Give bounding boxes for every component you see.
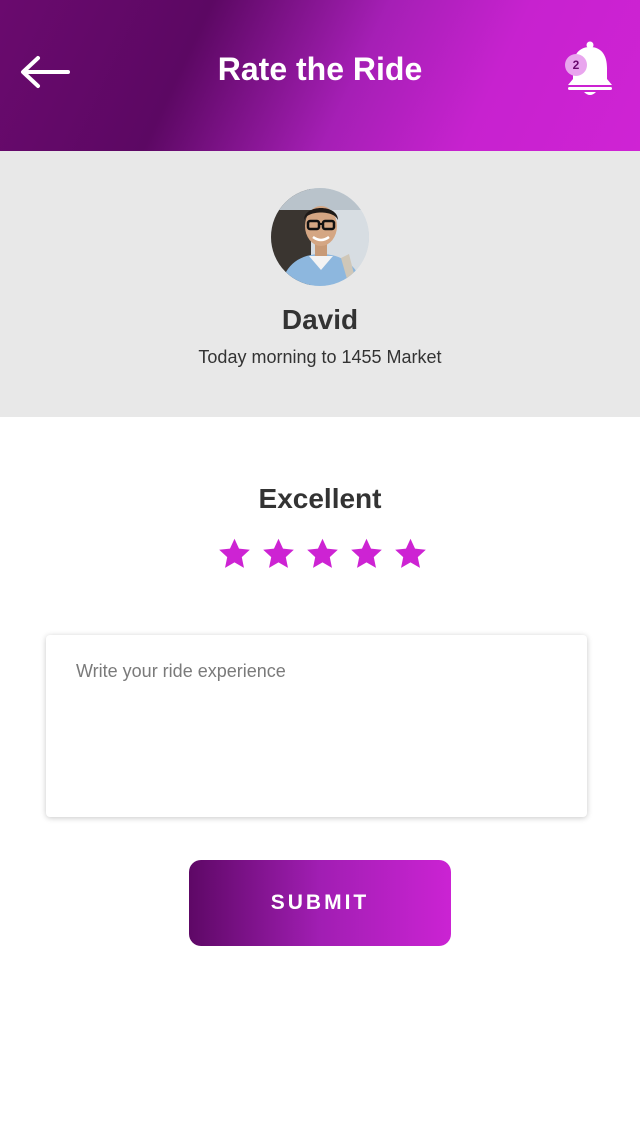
rating-label: Excellent [258, 483, 382, 514]
page-title: Rate the Ride [217, 51, 423, 87]
header-bar: Rate the Ride 2 [0, 0, 640, 151]
review-box[interactable] [46, 635, 587, 817]
driver-panel: David Today morning to 1455 Market [0, 151, 640, 417]
trip-description: Today morning to 1455 Market [198, 347, 442, 367]
star-icon[interactable] [393, 536, 428, 572]
star-icon[interactable] [217, 536, 252, 572]
driver-photo [271, 188, 369, 286]
driver-avatar [271, 188, 369, 286]
notification-badge: 2 [565, 54, 587, 76]
driver-name: David [281, 304, 359, 335]
submit-button[interactable]: SUBMIT [189, 860, 451, 946]
review-input[interactable] [76, 661, 557, 791]
star-rating[interactable] [217, 536, 428, 574]
star-icon[interactable] [261, 536, 296, 572]
star-icon[interactable] [305, 536, 340, 572]
star-icon[interactable] [349, 536, 384, 572]
